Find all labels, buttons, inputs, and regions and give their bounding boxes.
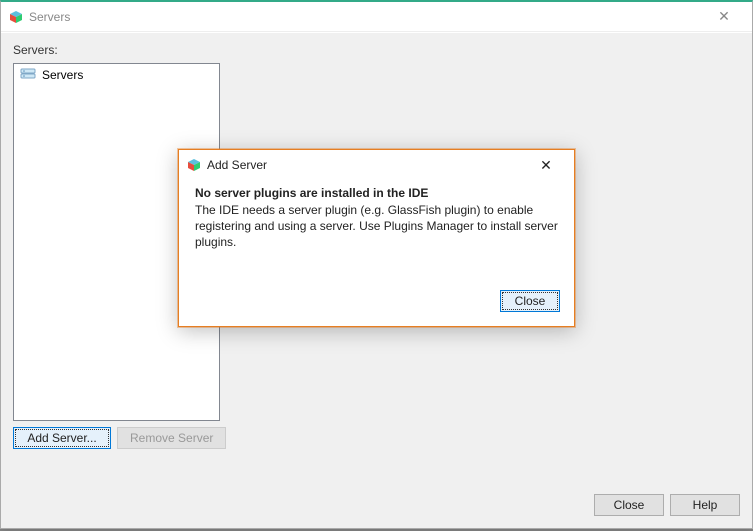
main-close-button[interactable]: Close: [594, 494, 664, 516]
add-server-dialog-title: Add Server: [207, 158, 267, 172]
dialog-footer: Close: [500, 290, 560, 312]
dialog-heading: No server plugins are installed in the I…: [195, 186, 558, 200]
window-close-button[interactable]: ✕: [704, 3, 744, 31]
dialog-close-button[interactable]: Close: [500, 290, 560, 312]
servers-titlebar[interactable]: Servers ✕: [1, 2, 752, 32]
add-server-dialog-body: No server plugins are installed in the I…: [179, 180, 574, 261]
tree-button-row: Add Server... Remove Server: [13, 427, 226, 449]
main-help-button[interactable]: Help: [670, 494, 740, 516]
tree-root-item[interactable]: Servers: [14, 64, 219, 86]
tree-root-label: Servers: [42, 68, 83, 82]
add-server-button[interactable]: Add Server...: [13, 427, 111, 449]
app-icon: [187, 158, 201, 172]
servers-window-title: Servers: [29, 10, 70, 24]
main-footer-buttons: Close Help: [594, 494, 740, 516]
remove-server-button[interactable]: Remove Server: [117, 427, 226, 449]
close-icon: ✕: [540, 157, 552, 174]
servers-list-label: Servers:: [13, 43, 740, 57]
add-server-titlebar[interactable]: Add Server ✕: [179, 150, 574, 180]
add-server-dialog: Add Server ✕ No server plugins are insta…: [178, 149, 575, 327]
dialog-close-x-button[interactable]: ✕: [526, 151, 566, 179]
close-icon: ✕: [718, 8, 730, 25]
app-icon: [9, 10, 23, 24]
servers-group-icon: [20, 68, 36, 82]
dialog-message: The IDE needs a server plugin (e.g. Glas…: [195, 202, 558, 251]
